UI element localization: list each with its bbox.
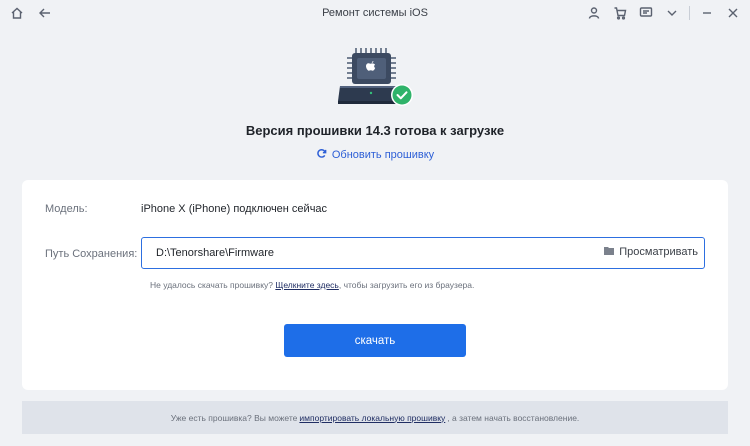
chevron-down-icon[interactable] [663,4,681,22]
save-path-field[interactable]: D:\Tenorshare\Firmware Просматривать [141,237,705,269]
import-firmware-footer: Уже есть прошивка? Вы можете импортирова… [22,401,728,434]
refresh-firmware-link[interactable]: Обновить прошивку [0,148,750,162]
user-icon[interactable] [585,4,603,22]
browse-label: Просматривать [619,246,698,258]
title-bar-left [8,4,54,22]
title-bar: Ремонт системы iOS [0,0,750,26]
footer-prefix: Уже есть прошивка? Вы можете [170,412,298,423]
browse-button[interactable]: Просматривать [604,246,698,258]
import-local-firmware-link[interactable]: импортировать локальную прошивку [299,413,445,423]
download-panel: Модель: iPhone X (iPhone) подключен сейч… [22,180,728,390]
back-arrow-icon[interactable] [36,4,54,22]
title-bar-right [585,4,742,22]
hint-suffix: , чтобы загрузить его из браузера. [338,280,475,290]
save-path-value: D:\Tenorshare\Firmware [156,247,274,259]
save-path-label: Путь Сохранения: [45,248,138,260]
firmware-chip-icon [334,46,416,110]
close-icon[interactable] [724,4,742,22]
refresh-icon [316,148,327,162]
click-here-link[interactable]: Щелкните здесь [275,280,339,290]
model-label: Модель: [45,203,88,215]
hint-prefix: Не удалось скачать прошивку? [150,280,273,290]
home-icon[interactable] [8,4,26,22]
cart-icon[interactable] [611,4,629,22]
feedback-icon[interactable] [637,4,655,22]
refresh-firmware-label: Обновить прошивку [331,149,435,161]
model-value: iPhone X (iPhone) подключен сейчас [141,203,328,215]
download-button[interactable]: скачать [284,324,466,357]
folder-icon [604,246,615,258]
footer-suffix: , а затем начать восстановление. [447,412,580,423]
firmware-ready-heading: Версия прошивки 14.3 готова к загрузке [245,123,505,138]
window-title: Ремонт системы iOS [322,7,428,19]
title-bar-divider [689,6,690,20]
download-failed-hint: Не удалось скачать прошивку? Щелкните зд… [150,280,474,290]
app-window: Ремонт системы iOS Версия прошивки 14.3 … [0,0,750,446]
minimize-icon[interactable] [698,4,716,22]
